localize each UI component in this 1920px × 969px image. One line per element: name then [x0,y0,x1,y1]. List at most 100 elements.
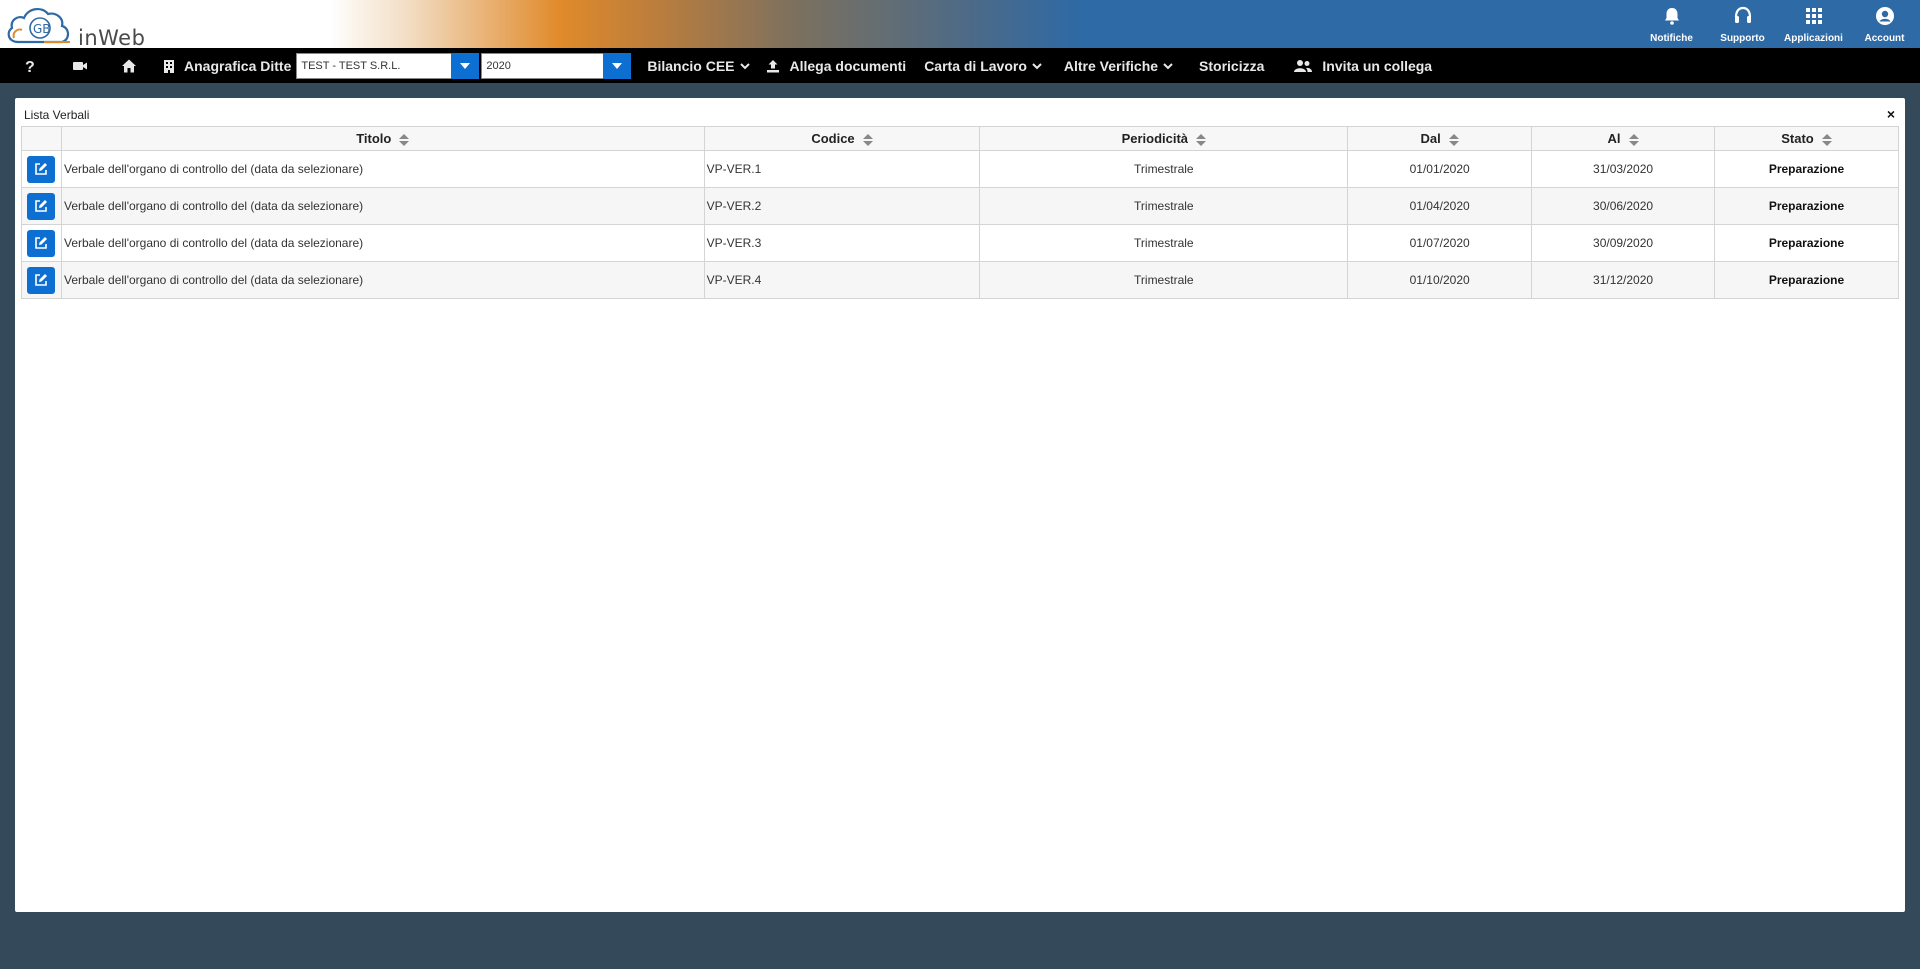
storicizza-label: Storicizza [1199,57,1265,74]
cell-periodicita: Trimestrale [979,261,1349,299]
applications-button[interactable]: Applicazioni [1778,0,1849,48]
cell-dal: 01/01/2020 [1347,150,1533,188]
edit-icon [35,163,48,175]
table-row[interactable]: Verbale dell'organo di controllo del (da… [21,187,1899,225]
panel-title: Lista Verbali [24,108,90,122]
video-button[interactable] [60,48,100,83]
svg-text:?: ? [25,59,35,74]
caret-down-icon [612,62,623,69]
main-toolbar: ? Anagrafica Ditte Bilancio CEE Allega d… [0,48,1920,83]
column-header-titolo[interactable]: Titolo [60,126,705,151]
cloud-logo-icon: GB [7,8,70,44]
cell-codice: VP-VER.2 [703,187,981,225]
cell-codice: VP-VER.3 [703,224,981,262]
grid-icon [1805,8,1822,24]
table-row[interactable]: Verbale dell'organo di controllo del (da… [21,224,1899,262]
app-logo[interactable]: GB inWeb [4,2,145,50]
verbali-table: Titolo Codice Periodicità Dal Al Stato V… [21,126,1899,299]
chevron-down-icon [1163,62,1173,69]
altre-verifiche-menu[interactable]: Altre Verifiche [1064,48,1173,83]
edit-button[interactable] [27,266,56,294]
cell-titolo: Verbale dell'organo di controllo del (da… [60,261,705,299]
table-row[interactable]: Verbale dell'organo di controllo del (da… [21,261,1899,299]
home-button[interactable] [100,48,158,83]
edit-icon [35,274,48,286]
cell-periodicita: Trimestrale [979,224,1349,262]
allega-documenti-button[interactable]: Allega documenti [766,48,907,83]
row-actions-cell [21,150,62,188]
column-header-periodicita[interactable]: Periodicità [979,126,1349,151]
company-input[interactable] [296,52,452,79]
company-select[interactable] [296,52,480,79]
cell-stato: Preparazione [1714,261,1899,299]
edit-button[interactable] [27,192,56,220]
headset-icon [1734,6,1751,23]
cell-dal: 01/07/2020 [1347,224,1533,262]
logo-mark: GB [33,22,51,36]
storicizza-button[interactable]: Storicizza [1199,48,1264,83]
app-header: GB inWeb Notifiche Supporto Applicazioni… [0,0,1920,50]
sort-icon [862,133,873,146]
edit-icon [35,200,48,212]
cell-periodicita: Trimestrale [979,187,1349,225]
company-dropdown-button[interactable] [451,52,480,79]
close-button[interactable]: × [1887,106,1895,122]
column-header-al[interactable]: Al [1531,126,1715,151]
cell-codice: VP-VER.4 [703,261,981,299]
sort-icon [1448,133,1459,146]
caret-down-icon [460,62,471,69]
cell-al: 30/09/2020 [1531,224,1715,262]
sort-icon [1628,133,1639,146]
sort-icon [1196,133,1207,146]
chevron-down-icon [739,62,750,69]
anagrafica-ditte-label: Anagrafica Ditte [184,57,292,74]
row-actions-cell [21,187,62,225]
users-icon [1294,59,1313,72]
column-header-stato[interactable]: Stato [1714,126,1899,151]
cell-stato: Preparazione [1714,187,1899,225]
invita-collega-button[interactable]: Invita un collega [1294,48,1432,83]
verbali-panel: Lista Verbali × Titolo Codice Periodicit… [15,98,1905,912]
edit-icon [35,237,48,249]
account-label: Account [1864,33,1905,44]
altre-verifiche-label: Altre Verifiche [1063,57,1159,74]
sort-icon [399,133,410,146]
cell-codice: VP-VER.1 [703,150,981,188]
edit-button[interactable] [27,155,56,183]
allega-documenti-label: Allega documenti [789,57,907,74]
video-icon [73,61,87,70]
row-actions-cell [21,261,62,299]
cell-stato: Preparazione [1714,150,1899,188]
carta-di-lavoro-label: Carta di Lavoro [924,57,1027,74]
table-header-row: Titolo Codice Periodicità Dal Al Stato [21,126,1899,151]
applications-label: Applicazioni [1784,33,1843,44]
cell-titolo: Verbale dell'organo di controllo del (da… [60,150,705,188]
logo-text: inWeb [78,26,146,50]
year-input[interactable] [481,52,604,79]
cell-titolo: Verbale dell'organo di controllo del (da… [60,187,705,225]
notifications-label: Notifiche [1650,33,1693,44]
edit-button[interactable] [27,229,56,257]
chevron-down-icon [1032,62,1042,69]
year-dropdown-button[interactable] [603,52,632,79]
sort-icon [1821,133,1832,146]
cell-dal: 01/10/2020 [1347,261,1533,299]
table-row[interactable]: Verbale dell'organo di controllo del (da… [21,150,1899,188]
account-button[interactable]: Account [1849,0,1920,48]
notifications-button[interactable]: Notifiche [1636,0,1707,48]
account-icon [1875,7,1894,25]
column-header-codice[interactable]: Codice [703,126,981,151]
cell-al: 30/06/2020 [1531,187,1715,225]
bilancio-cee-menu[interactable]: Bilancio CEE [647,48,750,83]
help-button[interactable]: ? [0,48,60,83]
support-button[interactable]: Supporto [1707,0,1778,48]
year-select[interactable] [481,52,632,79]
cell-al: 31/12/2020 [1531,261,1715,299]
building-icon [164,59,174,73]
carta-di-lavoro-menu[interactable]: Carta di Lavoro [924,48,1042,83]
anagrafica-ditte-button[interactable]: Anagrafica Ditte [162,48,291,83]
bilancio-cee-label: Bilancio CEE [647,57,735,74]
cell-dal: 01/04/2020 [1347,187,1533,225]
question-icon: ? [25,59,35,74]
column-header-dal[interactable]: Dal [1347,126,1533,151]
